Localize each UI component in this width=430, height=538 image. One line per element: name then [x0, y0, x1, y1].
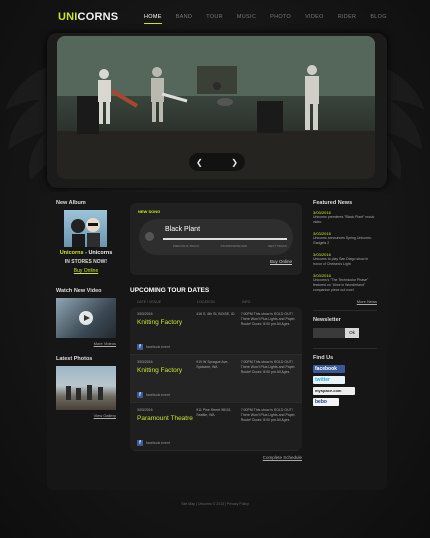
tour-table-header: DATE / VENUE LOCATION INFO: [130, 300, 302, 304]
facebook-icon: f: [137, 344, 143, 350]
tour-date: 3/03/2016: [137, 360, 153, 364]
facebook-event-text: facebook event: [146, 441, 170, 445]
newsletter-ok-button[interactable]: Ok: [345, 328, 359, 338]
progress-fill: [163, 238, 287, 240]
more-news-link[interactable]: More News: [313, 299, 377, 304]
buy-song-link[interactable]: Buy Online: [270, 259, 292, 264]
tour-location: 919 W Sprague Ave, Spokane, WA: [196, 360, 229, 369]
new-song-label: NEW SONG: [138, 209, 161, 214]
main-content: NEW SONG Black Plant PREVIOUS TRACK STOP…: [130, 203, 302, 460]
table-row: 3/03/2016 Knitting Factory 919 W Sprague…: [130, 355, 302, 403]
facebook-icon: f: [137, 440, 143, 446]
news-item: 3/03/2016 Unicorns announces Spring Unic…: [313, 231, 377, 246]
news-section-title: Featured News: [313, 200, 353, 206]
nav-band[interactable]: BAND: [176, 14, 192, 24]
chevron-right-icon[interactable]: ❯: [231, 158, 238, 167]
nav-rider[interactable]: RIDER: [338, 14, 357, 24]
view-gallery-link[interactable]: View Gallery: [56, 413, 116, 418]
complete-schedule-link[interactable]: Complete Schedule: [130, 455, 302, 460]
twitter-link[interactable]: twitter: [313, 376, 345, 384]
progress-bar[interactable]: [163, 238, 287, 240]
tour-info: 7:00PM This show is SOLD OUT! There Won'…: [240, 312, 295, 326]
news-text: Unicorns to play San Diego show in honor…: [313, 257, 369, 266]
tour-info: 7:00PM This show is SOLD OUT! There Won'…: [240, 408, 295, 422]
news-item: 3/03/2016 Unicorns's "The Technicolor Ph…: [313, 273, 377, 293]
play-pause-icon[interactable]: [145, 232, 154, 241]
newsletter-form: Ok: [313, 328, 377, 338]
audio-player: Black Plant PREVIOUS TRACK STOP/DOWNLOAD…: [139, 219, 293, 255]
left-sidebar: New Album Unicorns - Unicorns IN STORES …: [56, 200, 116, 418]
facebook-event-link[interactable]: f facebook event: [137, 344, 170, 350]
facebook-event-link[interactable]: f facebook event: [137, 392, 170, 398]
video-thumbnail[interactable]: [56, 298, 116, 338]
album-title: Unicorns - Unicorns: [56, 250, 116, 256]
facebook-event-link[interactable]: f facebook event: [137, 440, 170, 446]
chevron-left-icon[interactable]: ❮: [196, 158, 203, 167]
facebook-event-text: facebook event: [146, 345, 170, 349]
tour-venue[interactable]: Knitting Factory: [137, 319, 196, 326]
play-icon[interactable]: [79, 311, 93, 325]
nav-music[interactable]: MUSIC: [237, 14, 256, 24]
header-info: INFO: [242, 300, 251, 304]
nav-home[interactable]: HOME: [144, 14, 162, 24]
newsletter-title: Newsletter: [313, 317, 341, 323]
tour-location: 911 Pine Street 98101 Seattle, WA: [196, 408, 231, 417]
myspace-link[interactable]: myspace.com: [313, 387, 355, 395]
stop-download-button[interactable]: STOP/DOWNLOAD: [220, 244, 247, 248]
album-status: IN STORES NOW!: [64, 259, 108, 265]
nav-tour[interactable]: TOUR: [206, 14, 223, 24]
photos-section-title: Latest Photos: [56, 356, 93, 362]
buy-album-link[interactable]: Buy Online: [56, 268, 116, 274]
tour-info: 7:00PM This show is SOLD OUT! There Won'…: [240, 360, 295, 374]
album-artist: Unicorns: [59, 250, 84, 256]
tour-venue[interactable]: Paramount Theatre: [137, 415, 196, 422]
right-sidebar: Featured News 3/03/2016 Unicorns premier…: [313, 200, 377, 406]
album-section-title: New Album: [56, 200, 86, 206]
nav-blog[interactable]: BLOG: [370, 14, 386, 24]
divider: [313, 348, 377, 349]
divider: [313, 310, 377, 311]
news-text: Unicorns premieres "Black Plant" music v…: [313, 215, 375, 224]
nav-video[interactable]: VIDEO: [305, 14, 324, 24]
news-item: 3/03/2016 Unicorns premieres "Black Plan…: [313, 210, 377, 225]
tour-table: 3/03/2016 Knitting Factory 416 S. 6th St…: [130, 307, 302, 451]
tour-date: 3/03/2016: [137, 408, 153, 412]
video-section-title: Watch New Video: [56, 288, 102, 294]
tour-date: 3/03/2016: [137, 312, 153, 316]
album-name: Unicorns: [88, 250, 113, 256]
find-us-title: Find Us: [313, 355, 334, 361]
footer: Site Map | Unicorns © 2013 | Privacy Pol…: [181, 502, 249, 506]
site-logo[interactable]: UNICORNS: [58, 11, 118, 23]
player-controls: PREVIOUS TRACK STOP/DOWNLOAD NEXT TRACK: [173, 244, 287, 248]
new-song-panel: NEW SONG Black Plant PREVIOUS TRACK STOP…: [130, 203, 302, 275]
tour-venue[interactable]: Knitting Factory: [137, 367, 196, 374]
facebook-icon: f: [137, 392, 143, 398]
album-cover-image[interactable]: [64, 210, 107, 247]
hero-slider-controls: ❮ ❯: [189, 153, 245, 171]
main-nav: HOME BAND TOUR MUSIC PHOTO VIDEO RIDER B…: [144, 14, 401, 24]
news-text: Unicorns announces Spring Unicorns: Gadg…: [313, 236, 372, 245]
tour-title: UPCOMING TOUR DATES: [130, 287, 210, 294]
next-track-button[interactable]: NEXT TRACK: [268, 244, 287, 248]
header-location: LOCATION: [197, 300, 215, 304]
nav-photo[interactable]: PHOTO: [270, 14, 291, 24]
previous-track-button[interactable]: PREVIOUS TRACK: [173, 244, 199, 248]
song-title: Black Plant: [165, 226, 201, 233]
logo-rest: CORNS: [77, 11, 119, 23]
facebook-link[interactable]: facebook: [313, 365, 345, 373]
photo-thumbnail[interactable]: [56, 366, 116, 410]
header-date-venue: DATE / VENUE: [137, 300, 162, 304]
tour-location: 416 S. 6th St, BOISE, ID: [196, 312, 235, 316]
table-row: 3/03/2016 Knitting Factory 416 S. 6th St…: [130, 307, 302, 355]
more-videos-link[interactable]: More Videos: [56, 341, 116, 346]
news-item: 3/03/2016 Unicorns to play San Diego sho…: [313, 252, 377, 267]
facebook-event-text: facebook event: [146, 393, 170, 397]
table-row: 3/03/2016 Paramount Theatre 911 Pine Str…: [130, 403, 302, 451]
news-text: Unicorns's "The Technicolor Phase" featu…: [313, 278, 369, 292]
logo-highlight: UNI: [58, 11, 78, 23]
bebo-link[interactable]: bebo: [313, 398, 339, 406]
